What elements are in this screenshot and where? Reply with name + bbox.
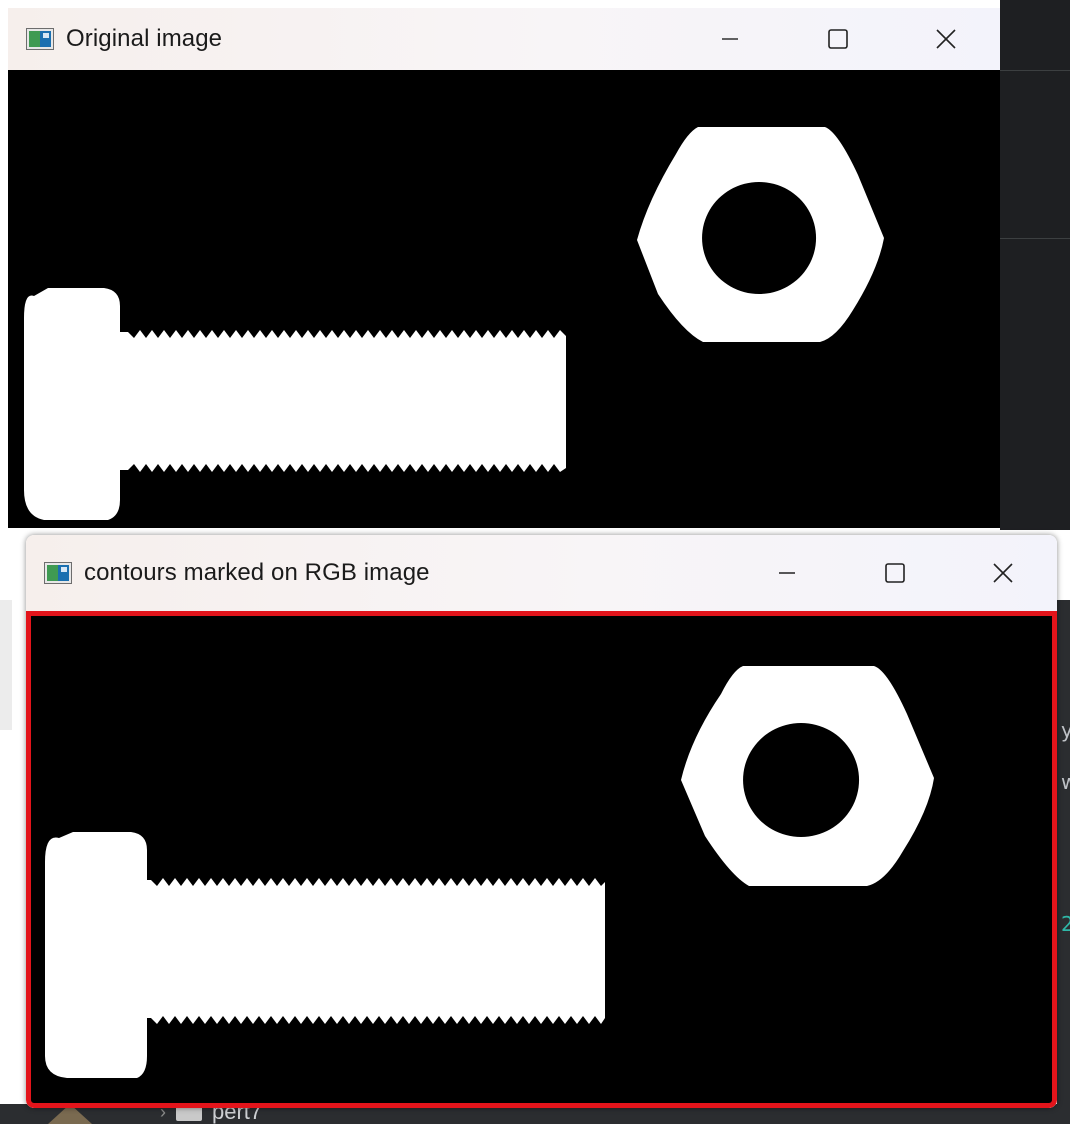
close-icon	[993, 563, 1013, 583]
background-code-fragment: y	[1061, 718, 1070, 742]
close-button[interactable]	[892, 8, 1000, 70]
close-icon	[936, 29, 956, 49]
bolt-shape	[45, 832, 605, 1078]
window-controls	[676, 8, 1000, 70]
window-title: contours marked on RGB image	[84, 559, 430, 586]
minimize-icon	[722, 38, 738, 40]
minimize-button[interactable]	[733, 535, 841, 611]
bolt-shape	[24, 288, 566, 520]
image-canvas	[8, 70, 1000, 528]
background-ide-panel	[1057, 600, 1070, 1124]
window-titlebar[interactable]: contours marked on RGB image	[26, 535, 1057, 611]
original-image-window[interactable]: Original image	[8, 8, 1000, 528]
background-code-fragment: 2	[1061, 912, 1070, 936]
contour-image-canvas	[26, 611, 1057, 1108]
maximize-icon	[885, 563, 905, 583]
minimize-icon	[779, 572, 795, 574]
window-controls	[733, 535, 1057, 611]
maximize-button[interactable]	[841, 535, 949, 611]
opencv-window-icon	[44, 562, 72, 584]
bolt-shaft	[143, 878, 605, 1024]
maximize-button[interactable]	[784, 8, 892, 70]
maximize-icon	[828, 29, 848, 49]
background-divider	[1000, 238, 1070, 239]
window-titlebar[interactable]: Original image	[8, 8, 1000, 70]
background-panel-left	[0, 600, 12, 730]
hex-nut-shape	[681, 666, 934, 886]
bolt-head	[45, 832, 147, 1078]
window-title: Original image	[66, 25, 223, 52]
contours-window[interactable]: contours marked on RGB image	[26, 535, 1057, 1108]
background-ide-panel	[1000, 0, 1070, 530]
bolt-shaft	[118, 330, 566, 472]
minimize-button[interactable]	[676, 8, 784, 70]
close-button[interactable]	[949, 535, 1057, 611]
background-divider	[1000, 70, 1070, 71]
background-code-fragment: w	[1061, 770, 1070, 794]
opencv-window-icon	[26, 28, 54, 50]
hex-nut-shape	[637, 127, 884, 342]
bolt-head	[24, 288, 120, 520]
